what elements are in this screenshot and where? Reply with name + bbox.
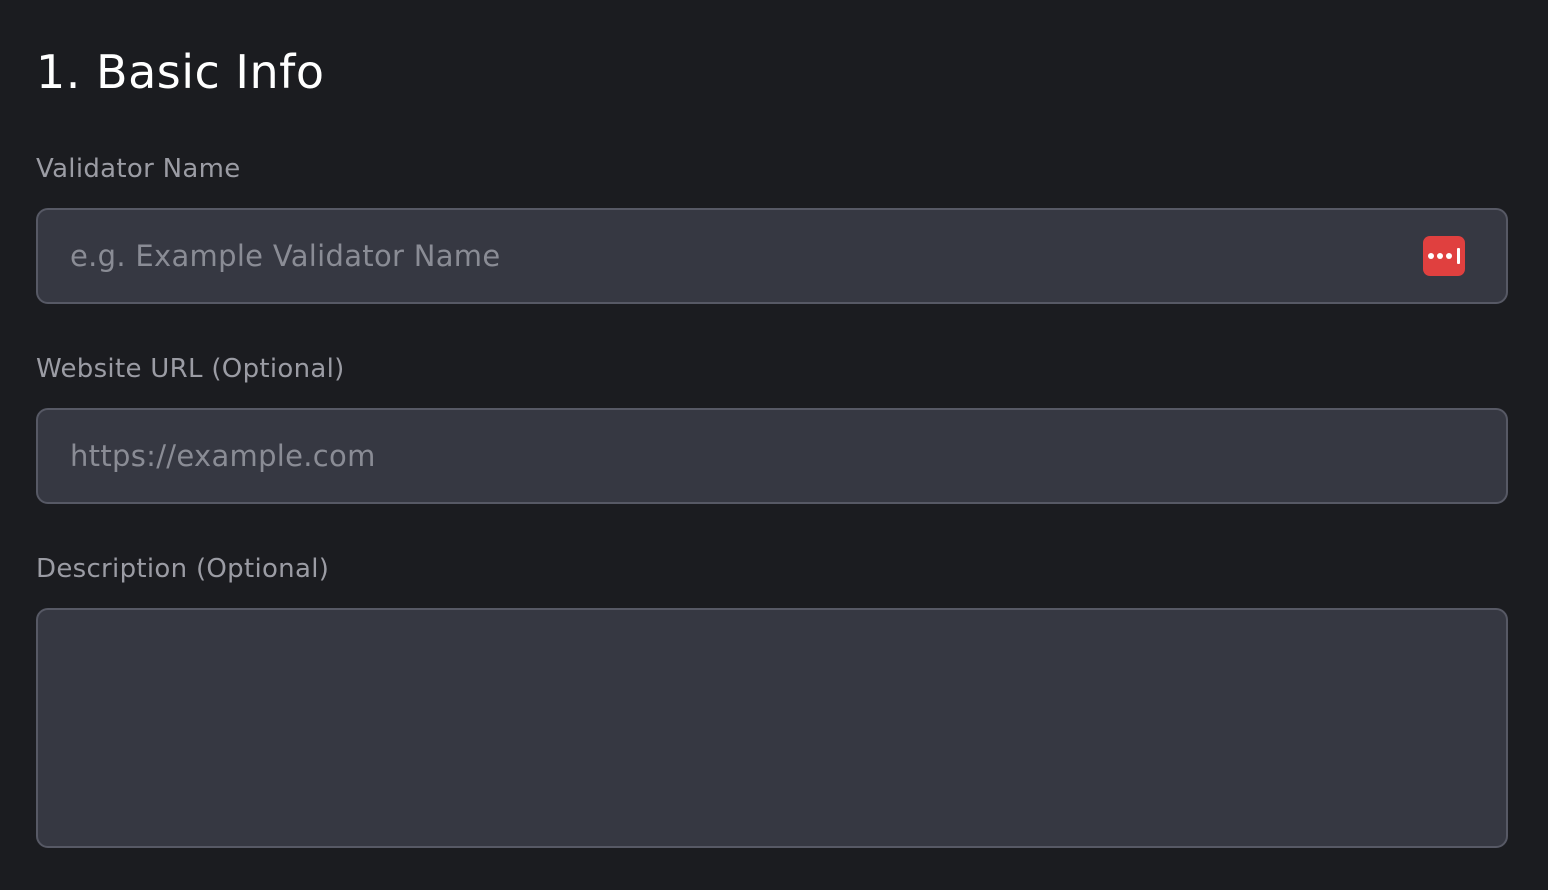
- dot-icon: [1437, 253, 1443, 259]
- basic-info-form: 1. Basic Info Validator Name Website URL…: [0, 0, 1548, 890]
- dot-icon: [1446, 253, 1452, 259]
- cursor-bar-icon: [1457, 248, 1460, 264]
- description-field-container: [36, 608, 1508, 848]
- website-url-input[interactable]: [38, 410, 1506, 502]
- section-title: 1. Basic Info: [36, 45, 325, 99]
- dot-icon: [1428, 253, 1434, 259]
- validator-name-label: Validator Name: [36, 154, 241, 184]
- password-manager-icon[interactable]: [1423, 236, 1465, 276]
- validator-name-input[interactable]: [38, 210, 1506, 302]
- description-label: Description (Optional): [36, 554, 330, 584]
- description-textarea[interactable]: [38, 610, 1506, 846]
- website-url-field-container: [36, 408, 1508, 504]
- website-url-label: Website URL (Optional): [36, 354, 345, 384]
- validator-name-field-container: [36, 208, 1508, 304]
